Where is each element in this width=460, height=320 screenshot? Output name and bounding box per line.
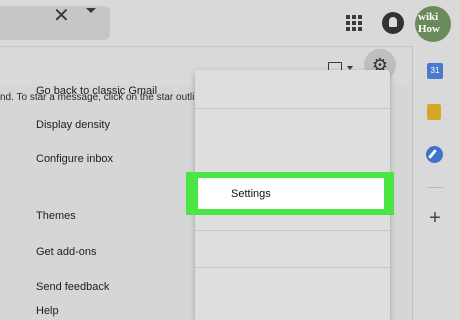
calendar-icon[interactable]: 31 — [427, 63, 443, 79]
add-addon-icon[interactable]: + — [426, 208, 444, 228]
menu-item-display-density[interactable]: Display density — [36, 118, 110, 132]
avatar-logo-text-2: How — [418, 23, 440, 35]
notifications-bell-icon[interactable] — [382, 12, 404, 34]
side-panel — [412, 46, 460, 320]
account-avatar[interactable]: wiki How — [415, 6, 451, 42]
side-panel-divider — [427, 187, 443, 188]
search-options-caret-icon[interactable] — [86, 8, 96, 13]
menu-item-configure-inbox[interactable]: Configure inbox — [36, 152, 113, 166]
menu-item-send-feedback[interactable]: Send feedback — [36, 280, 109, 294]
menu-divider — [195, 108, 390, 109]
apps-grid-icon[interactable] — [346, 15, 362, 31]
avatar-logo-text-1: wiki — [418, 11, 439, 23]
menu-item-help[interactable]: Help — [36, 304, 59, 318]
tasks-icon[interactable] — [426, 146, 443, 163]
keep-icon[interactable] — [427, 104, 441, 120]
menu-item-themes[interactable]: Themes — [36, 209, 76, 223]
menu-divider — [195, 267, 390, 268]
close-icon[interactable]: ✕ — [53, 6, 70, 26]
menu-item-settings-label: Settings — [231, 188, 271, 200]
menu-divider — [195, 230, 390, 231]
menu-item-classic-gmail[interactable]: Go back to classic Gmail — [36, 84, 157, 98]
menu-item-get-addons[interactable]: Get add-ons — [36, 245, 97, 259]
menu-item-settings[interactable] — [198, 178, 384, 209]
top-header: ✕ wiki How — [0, 0, 460, 46]
